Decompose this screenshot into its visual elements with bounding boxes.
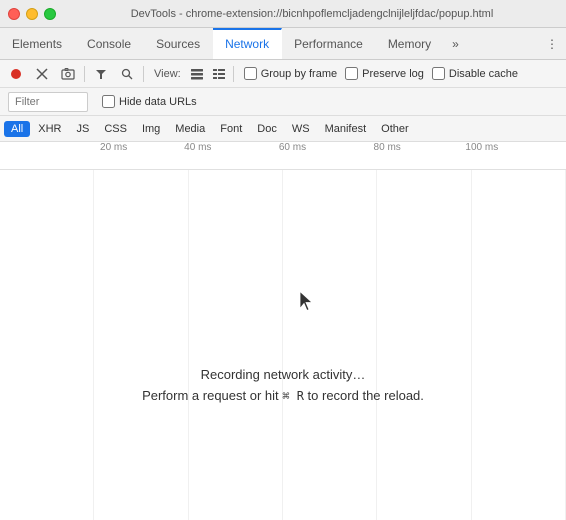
maximize-button[interactable] xyxy=(44,8,56,20)
close-button[interactable] xyxy=(8,8,20,20)
network-toolbar: View: Group by frame Preserve log Disabl… xyxy=(0,60,566,88)
preserve-log-checkbox[interactable] xyxy=(345,67,358,80)
window-controls xyxy=(8,8,56,20)
filter-row: Hide data URLs xyxy=(0,88,566,116)
type-filter-css[interactable]: CSS xyxy=(97,121,134,137)
tab-elements[interactable]: Elements xyxy=(0,28,75,59)
tab-memory[interactable]: Memory xyxy=(376,28,444,59)
tab-console[interactable]: Console xyxy=(75,28,144,59)
timeline-ticks: 20 ms 40 ms 60 ms 80 ms 100 ms xyxy=(40,142,566,169)
tick-80ms: 80 ms xyxy=(374,142,401,153)
record-button[interactable] xyxy=(4,62,28,86)
filter-button[interactable] xyxy=(89,62,113,86)
disable-cache-checkbox-label[interactable]: Disable cache xyxy=(432,67,518,80)
tick-40ms: 40 ms xyxy=(184,142,211,153)
view-list-button[interactable] xyxy=(187,64,207,84)
type-filter-all[interactable]: All xyxy=(4,121,30,137)
toolbar-divider-2 xyxy=(143,66,144,82)
network-table-area: Recording network activity… Perform a re… xyxy=(0,170,566,520)
timeline-header: 20 ms 40 ms 60 ms 80 ms 100 ms xyxy=(0,142,566,170)
screenshot-button[interactable] xyxy=(56,62,80,86)
hide-data-urls-checkbox-label[interactable]: Hide data URLs xyxy=(102,95,197,108)
view-waterfall-button[interactable] xyxy=(209,64,229,84)
minimize-button[interactable] xyxy=(26,8,38,20)
type-filter-manifest[interactable]: Manifest xyxy=(318,121,374,137)
title-bar: DevTools - chrome-extension://bicnhpofle… xyxy=(0,0,566,28)
recording-text: Recording network activity… xyxy=(201,367,366,382)
type-filter-media[interactable]: Media xyxy=(168,121,212,137)
devtools-settings-button[interactable]: ⋮ xyxy=(538,28,566,59)
empty-state: Recording network activity… Perform a re… xyxy=(0,170,566,520)
group-by-frame-checkbox-label[interactable]: Group by frame xyxy=(244,67,337,80)
type-filter-doc[interactable]: Doc xyxy=(250,121,284,137)
hide-data-urls-checkbox[interactable] xyxy=(102,95,115,108)
tab-bar: Elements Console Sources Network Perform… xyxy=(0,28,566,60)
clear-button[interactable] xyxy=(30,62,54,86)
tab-network[interactable]: Network xyxy=(213,28,282,59)
tick-20ms: 20 ms xyxy=(100,142,127,153)
cmd-r-key: ⌘ R xyxy=(282,389,304,403)
search-button[interactable] xyxy=(115,62,139,86)
view-label: View: xyxy=(154,68,181,80)
type-filter-other[interactable]: Other xyxy=(374,121,416,137)
type-filter-js[interactable]: JS xyxy=(69,121,96,137)
type-filter-row: All XHR JS CSS Img Media Font Doc WS Man… xyxy=(0,116,566,142)
disable-cache-checkbox[interactable] xyxy=(432,67,445,80)
group-by-frame-checkbox[interactable] xyxy=(244,67,257,80)
tab-sources[interactable]: Sources xyxy=(144,28,213,59)
recording-hint: Perform a request or hit ⌘ R to record t… xyxy=(142,388,424,403)
window-title: DevTools - chrome-extension://bicnhpofle… xyxy=(66,8,558,20)
type-filter-img[interactable]: Img xyxy=(135,121,167,137)
tab-more-button[interactable]: » xyxy=(444,28,467,59)
tick-100ms: 100 ms xyxy=(465,142,498,153)
preserve-log-checkbox-label[interactable]: Preserve log xyxy=(345,67,424,80)
type-filter-ws[interactable]: WS xyxy=(285,121,317,137)
tab-performance[interactable]: Performance xyxy=(282,28,376,59)
toolbar-divider-3 xyxy=(233,66,234,82)
type-filter-font[interactable]: Font xyxy=(213,121,249,137)
filter-input[interactable] xyxy=(8,92,88,112)
toolbar-divider-1 xyxy=(84,66,85,82)
type-filter-xhr[interactable]: XHR xyxy=(31,121,68,137)
tick-60ms: 60 ms xyxy=(279,142,306,153)
cursor-icon xyxy=(299,291,313,316)
